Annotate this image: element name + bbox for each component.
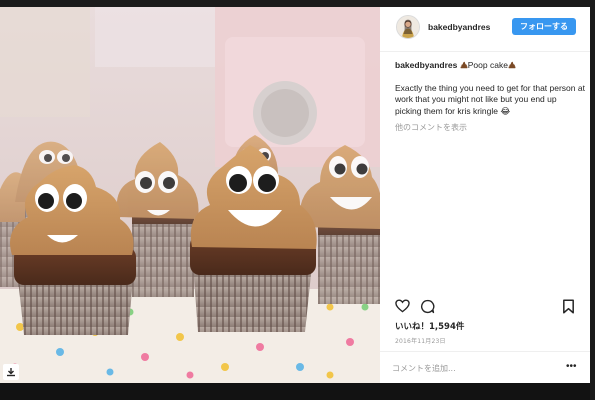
comment-text: Exactly the thing you need to get for th… — [395, 83, 585, 118]
post-header: bakedbyandres フォローする — [380, 7, 590, 52]
view-more-comments-link[interactable]: 他のコメントを表示 — [395, 122, 467, 133]
heart-icon — [395, 299, 410, 313]
comment-body: Exactly the thing you need to get for th… — [395, 83, 585, 116]
post-date: 2016年11月23日 — [395, 338, 446, 345]
add-comment-bar: ••• — [380, 351, 590, 383]
likes-count[interactable]: いいね！1,594件 — [395, 320, 464, 332]
backdrop-bottom — [0, 383, 595, 400]
profile-photo — [397, 16, 419, 38]
like-button[interactable] — [395, 299, 410, 315]
comment-input[interactable] — [392, 361, 552, 375]
poop-emoji-icon — [508, 61, 516, 72]
follow-button[interactable]: フォローする — [512, 18, 576, 35]
post-modal: bakedbyandres フォローする bakedbyandres Poop … — [0, 7, 590, 383]
post-side-panel: bakedbyandres フォローする bakedbyandres Poop … — [380, 7, 590, 383]
poop-cupcakes-image — [0, 7, 380, 383]
avatar[interactable] — [396, 15, 420, 39]
bookmark-icon — [563, 299, 574, 314]
caption-username[interactable]: bakedbyandres — [395, 60, 457, 70]
header-username[interactable]: bakedbyandres — [428, 22, 490, 32]
more-options-button[interactable]: ••• — [566, 361, 577, 373]
backdrop-top — [0, 0, 595, 7]
comment-button[interactable] — [420, 299, 435, 316]
poop-emoji-icon — [460, 61, 468, 72]
laughing-emoji-icon: 😂 — [500, 106, 511, 117]
comment-icon — [421, 299, 435, 314]
action-bar — [380, 299, 590, 315]
backdrop-right-edge — [590, 0, 595, 400]
save-button[interactable] — [562, 299, 575, 316]
caption: bakedbyandres Poop cake — [395, 60, 580, 72]
download-icon — [7, 368, 15, 377]
caption-text: Poop cake — [467, 60, 508, 70]
post-photo[interactable] — [0, 7, 380, 383]
download-button[interactable] — [3, 364, 19, 380]
